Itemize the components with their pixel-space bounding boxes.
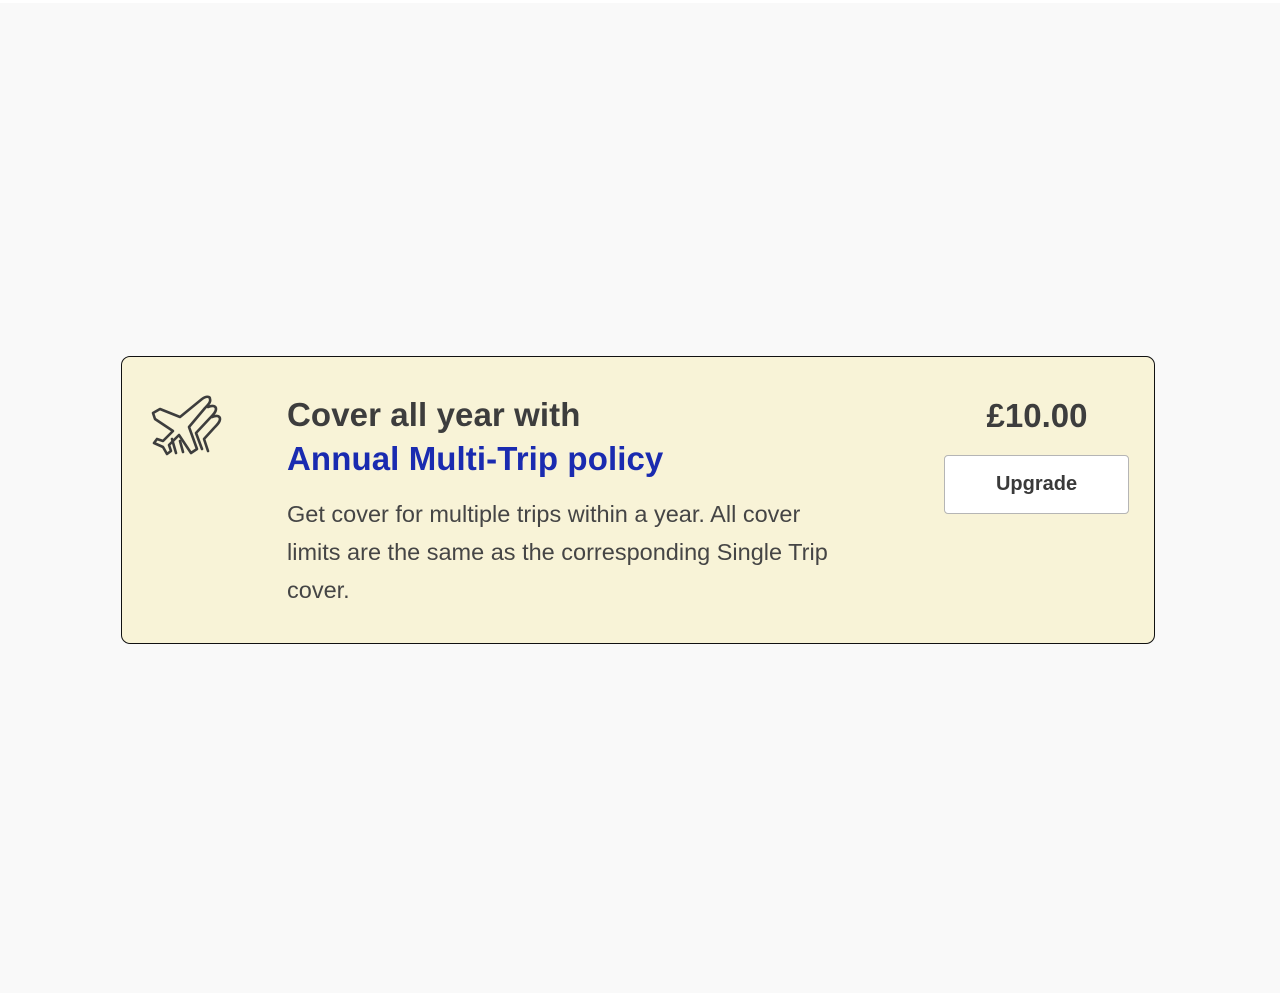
- offer-content: Cover all year with Annual Multi-Trip po…: [287, 393, 867, 609]
- offer-description: Get cover for multiple trips within a ye…: [287, 501, 828, 603]
- page-top-edge: [0, 0, 1280, 3]
- upgrade-button[interactable]: Upgrade: [944, 455, 1129, 514]
- offer-price: £10.00: [986, 397, 1088, 434]
- offer-heading-policy-name: Annual Multi-Trip policy: [287, 440, 664, 477]
- offer-heading: Cover all year with Annual Multi-Trip po…: [287, 393, 867, 481]
- price-column: £10.00 Upgrade: [944, 395, 1130, 514]
- airplane-icon: [151, 395, 222, 456]
- offer-heading-lead: Cover all year with: [287, 396, 581, 433]
- upgrade-offer-card: Cover all year with Annual Multi-Trip po…: [121, 356, 1155, 644]
